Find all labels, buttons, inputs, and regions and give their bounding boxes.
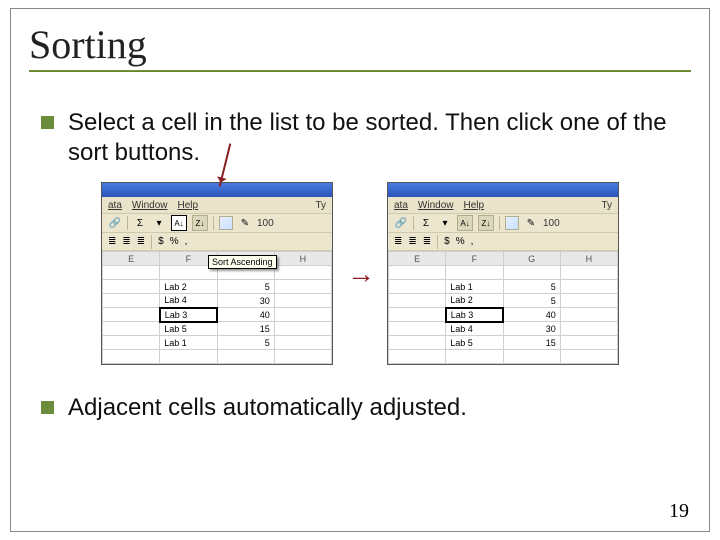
col-G[interactable]: G: [503, 252, 560, 266]
cell-selected[interactable]: Lab 3: [446, 308, 503, 322]
menu-tail: Ty: [315, 200, 326, 211]
align-center-icon[interactable]: ≣: [122, 236, 130, 247]
menubar: ata Window Help Ty: [102, 197, 332, 213]
chart-icon[interactable]: [219, 216, 233, 230]
titlebar: [388, 183, 618, 197]
align-center-icon[interactable]: ≣: [408, 236, 416, 247]
col-E[interactable]: E: [103, 252, 160, 266]
col-H[interactable]: H: [274, 252, 331, 266]
screenshot-row: ata Window Help Ty 🔗 Σ ▾ A↓ Z↓ ✎ 100: [41, 182, 679, 365]
menu-window[interactable]: Window: [418, 200, 454, 211]
col-E[interactable]: E: [389, 252, 446, 266]
bullet-1-text: Select a cell in the list to be sorted. …: [68, 108, 679, 168]
cell[interactable]: Lab 2: [160, 280, 217, 294]
title-rule: [29, 70, 691, 72]
cell[interactable]: Lab 4: [446, 322, 503, 336]
zoom-value[interactable]: 100: [257, 218, 274, 229]
sigma-icon[interactable]: Σ: [419, 216, 433, 230]
col-H[interactable]: H: [560, 252, 617, 266]
cell[interactable]: 30: [217, 294, 274, 308]
sort-asc-button[interactable]: A↓: [457, 215, 473, 231]
cell[interactable]: 15: [503, 336, 560, 350]
link-icon[interactable]: 🔗: [394, 216, 408, 230]
cell[interactable]: Lab 1: [160, 336, 217, 350]
cell[interactable]: 40: [503, 308, 560, 322]
slide-title: Sorting: [29, 21, 691, 68]
link-icon[interactable]: 🔗: [108, 216, 122, 230]
comma-icon[interactable]: ,: [471, 236, 474, 247]
sort-tooltip: Sort Ascending: [208, 255, 277, 269]
arrow-right-icon: →: [347, 258, 373, 290]
percent-icon[interactable]: %: [170, 236, 179, 247]
menu-data[interactable]: ata: [394, 200, 408, 211]
menu-tail: Ty: [601, 200, 612, 211]
toolbar-2: ≣ ≣ ≣ $ % ,: [388, 233, 618, 251]
toolbar-2: ≣ ≣ ≣ $ % ,: [102, 233, 332, 251]
cell[interactable]: 30: [503, 322, 560, 336]
menu-window[interactable]: Window: [132, 200, 168, 211]
bullet-2: Adjacent cells automatically adjusted.: [41, 393, 679, 423]
cell[interactable]: Lab 1: [446, 280, 503, 294]
drawing-icon[interactable]: ✎: [238, 216, 252, 230]
currency-icon[interactable]: $: [158, 236, 164, 247]
cell[interactable]: 5: [217, 280, 274, 294]
zoom-value[interactable]: 100: [543, 218, 560, 229]
sort-desc-button[interactable]: Z↓: [478, 215, 494, 231]
align-right-icon[interactable]: ≣: [423, 236, 431, 247]
dropdown-icon[interactable]: ▾: [438, 216, 452, 230]
cell[interactable]: Lab 5: [446, 336, 503, 350]
comma-icon[interactable]: ,: [185, 236, 188, 247]
bullet-2-text: Adjacent cells automatically adjusted.: [68, 393, 467, 423]
bullet-icon: [41, 116, 54, 129]
align-left-icon[interactable]: ≣: [108, 236, 116, 247]
page-number: 19: [669, 500, 689, 523]
cell[interactable]: 15: [217, 322, 274, 336]
dropdown-icon[interactable]: ▾: [152, 216, 166, 230]
excel-after: ata Window Help Ty 🔗 Σ ▾ A↓ Z↓ ✎ 100: [387, 182, 619, 365]
sort-desc-button[interactable]: Z↓: [192, 215, 208, 231]
col-F[interactable]: F: [446, 252, 503, 266]
menu-data[interactable]: ata: [108, 200, 122, 211]
menu-help[interactable]: Help: [177, 200, 198, 211]
bullet-icon: [41, 401, 54, 414]
cell[interactable]: Lab 5: [160, 322, 217, 336]
chart-icon[interactable]: [505, 216, 519, 230]
percent-icon[interactable]: %: [456, 236, 465, 247]
cell-selected[interactable]: Lab 3: [160, 308, 217, 322]
grid-after: E F G H Lab 15 Lab 25 Lab 340 Lab 430 La…: [388, 251, 618, 364]
cell[interactable]: 5: [503, 280, 560, 294]
toolbar-1: 🔗 Σ ▾ A↓ Z↓ ✎ 100: [102, 213, 332, 233]
bullet-1: Select a cell in the list to be sorted. …: [41, 108, 679, 168]
menu-help[interactable]: Help: [463, 200, 484, 211]
currency-icon[interactable]: $: [444, 236, 450, 247]
cell[interactable]: Lab 4: [160, 294, 217, 308]
menubar: ata Window Help Ty: [388, 197, 618, 213]
cell[interactable]: 40: [217, 308, 274, 322]
drawing-icon[interactable]: ✎: [524, 216, 538, 230]
cell[interactable]: 5: [217, 336, 274, 350]
sigma-icon[interactable]: Σ: [133, 216, 147, 230]
toolbar-1: 🔗 Σ ▾ A↓ Z↓ ✎ 100: [388, 213, 618, 233]
excel-before: ata Window Help Ty 🔗 Σ ▾ A↓ Z↓ ✎ 100: [101, 182, 333, 365]
sort-asc-button[interactable]: A↓: [171, 215, 187, 231]
align-left-icon[interactable]: ≣: [394, 236, 402, 247]
align-right-icon[interactable]: ≣: [137, 236, 145, 247]
cell[interactable]: Lab 2: [446, 294, 503, 308]
cell[interactable]: 5: [503, 294, 560, 308]
